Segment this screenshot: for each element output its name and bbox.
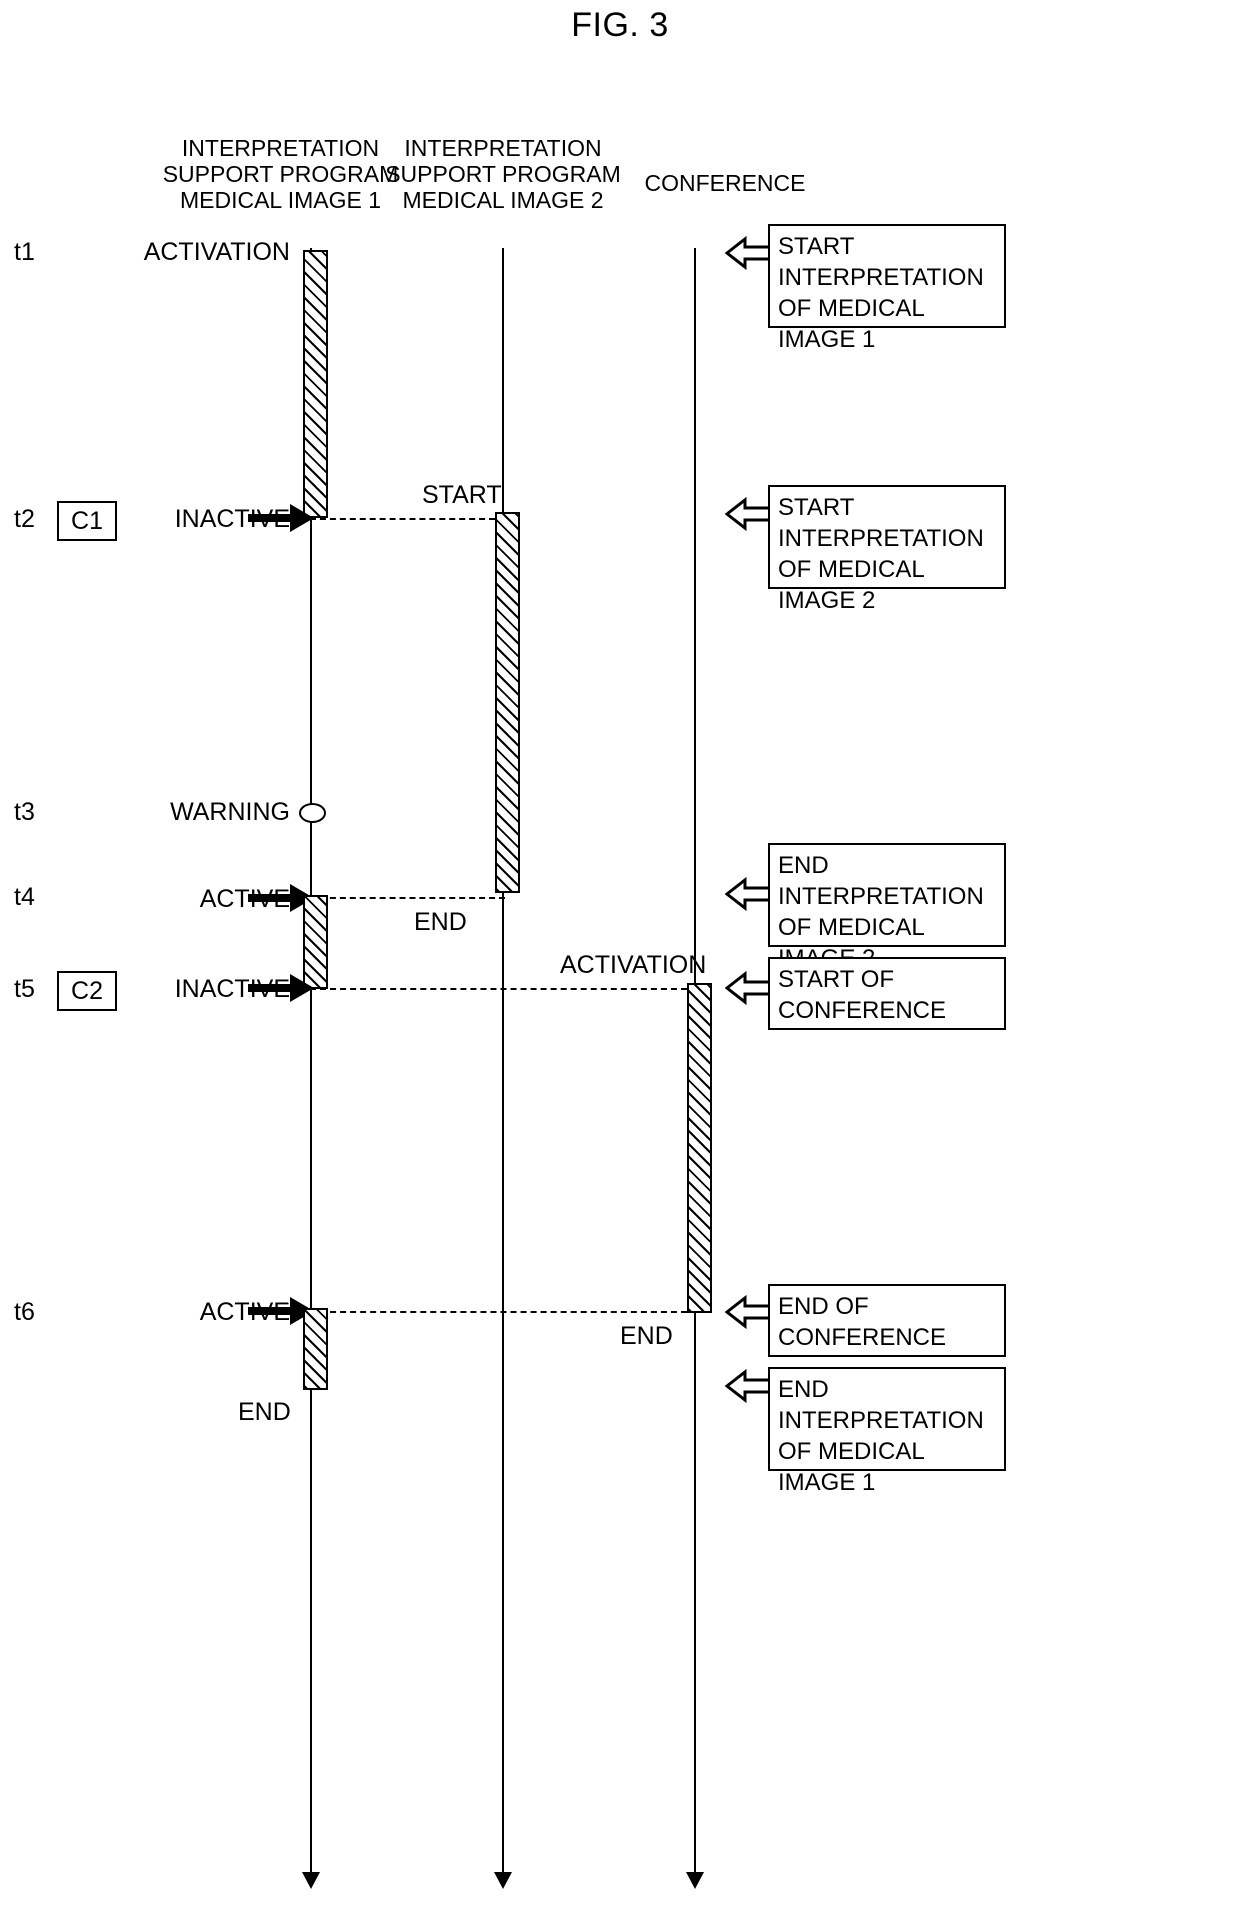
lifeline-arrow-medical-image-2 [494,1872,512,1889]
time-label-t4: t4 [14,883,35,911]
activation-bar-conference [687,983,712,1313]
activation-bar-image-1-first [303,250,328,518]
connector-t6-end-conference [310,1311,697,1313]
event-label-activation-conference: ACTIVATION [560,951,707,979]
state-label-t3-warning: WARNING [170,798,290,826]
time-label-t2: t2 [14,505,35,533]
callout-end-of-conference: END OF CONFERENCE [768,1284,1006,1357]
event-label-end-conference: END [620,1322,673,1350]
callout-end-interpretation-image-1: END INTERPRETATION OF MEDICAL IMAGE 1 [768,1367,1006,1496]
time-label-t5: t5 [14,975,35,1003]
callout-arrow-end-of-conference [725,1292,773,1332]
warning-marker-ellipse [299,803,326,823]
event-label-end-image-2: END [414,908,467,936]
time-label-t3: t3 [14,798,35,826]
callout-start-interpretation-image-1: START INTERPRETATION OF MEDICAL IMAGE 1 [768,224,1006,353]
callout-start-of-conference: START OF CONFERENCE [768,957,1006,1030]
lifeline-medical-image-2 [502,248,504,1878]
event-label-start-image-2: START [422,481,502,509]
connector-t5-activation-conference [310,988,697,990]
callout-end-interpretation-image-2: END INTERPRETATION OF MEDICAL IMAGE 2 [768,843,1006,972]
time-label-t1: t1 [14,238,35,266]
lifeline-arrow-medical-image-1 [302,1872,320,1889]
connector-t2-start-image-2 [310,518,505,520]
callout-arrow-end-interpretation-image-1 [725,1366,773,1406]
state-label-t1-activation: ACTIVATION [143,238,290,266]
lifeline-arrow-conference [686,1872,704,1889]
column-header-conference: CONFERENCE [644,170,806,196]
time-label-t6: t6 [14,1298,35,1326]
callout-arrow-end-interpretation-image-2 [725,874,773,914]
event-label-end-image-1: END [238,1398,291,1426]
callout-arrow-start-interpretation-image-1 [725,233,773,273]
activation-bar-image-1-third [303,1308,328,1390]
callout-start-interpretation-image-2: START INTERPRETATION OF MEDICAL IMAGE 2 [768,485,1006,614]
activation-bar-image-2 [495,512,520,893]
column-header-medical-image-2: INTERPRETATION SUPPORT PROGRAM MEDICAL I… [385,135,621,213]
figure-title: FIG. 3 [571,6,669,44]
column-header-medical-image-1: INTERPRETATION SUPPORT PROGRAM MEDICAL I… [162,135,399,213]
callout-arrow-start-interpretation-image-2 [725,494,773,534]
callout-arrow-start-of-conference [725,968,773,1008]
connector-t4-end-image-2 [310,897,505,899]
